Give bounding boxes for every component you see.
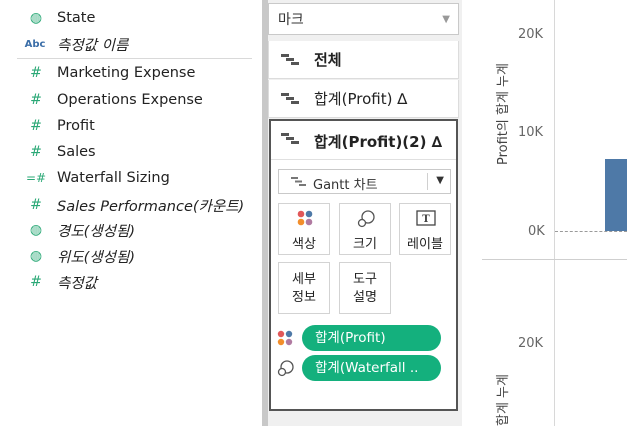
globe-icon: ◍ (29, 248, 43, 264)
y-tick-label: 20K (518, 27, 544, 42)
partial-field-label (68, 0, 188, 2)
marks-tab-label: 합계(Profit) ∆ (314, 90, 408, 108)
marks-header-label: 마크 (278, 12, 304, 28)
button-label-line: 세부 정보 (292, 272, 316, 305)
field-label: Operations Expense (57, 92, 203, 108)
y-tick-label: 10K (518, 125, 544, 140)
y-axis-title: 합계 누계 (496, 374, 511, 426)
chart-bar[interactable] (605, 159, 627, 231)
field-label: 위도(생성됨) (57, 249, 136, 266)
tooltip-button[interactable]: 도구 설명 (339, 262, 391, 314)
size-button[interactable]: 크기 (339, 203, 391, 255)
gantt-icon (281, 133, 299, 144)
gantt-icon (281, 54, 299, 65)
chevron-down-icon: ▼ (442, 14, 450, 25)
globe-icon: ◍ (29, 10, 43, 26)
divider (17, 58, 252, 59)
field-label: Marketing Expense (57, 65, 196, 81)
field-marketing-expense[interactable]: # Marketing Expense (0, 60, 262, 86)
data-pane: ◍ State Abc 측정값 이름 # Marketing Expense #… (0, 0, 262, 426)
mark-type-label: Gantt 차트 (313, 178, 378, 193)
marks-tab-label: 합계(Profit)(2) ∆ (314, 133, 443, 151)
y-tick-label: 0K (528, 224, 545, 239)
hash-icon: # (30, 92, 42, 108)
field-label: 경도(생성됨) (57, 223, 136, 240)
hash-icon: # (30, 65, 42, 81)
hash-icon: # (30, 144, 42, 160)
zero-line (555, 231, 627, 232)
field-operations-expense[interactable]: # Operations Expense (0, 87, 262, 113)
field-label: State (57, 10, 96, 26)
chevron-down-icon: ▼ (436, 175, 444, 186)
y-axis-title: Profit의 합계 누계 (496, 63, 511, 165)
divider (427, 173, 428, 190)
field-sales-performance-count[interactable]: # Sales Performance(카운트) (0, 192, 262, 218)
field-label: Sales (57, 144, 96, 160)
field-latitude[interactable]: ◍ 위도(생성됨) (0, 243, 262, 269)
field-longitude[interactable]: ◍ 경도(생성됨) (0, 217, 262, 243)
abc-icon: Abc (24, 38, 46, 50)
marks-tab-profit-2[interactable]: 합계(Profit)(2) ∆ (271, 121, 456, 160)
marks-header-dropdown[interactable]: 마크 ▼ (268, 3, 459, 35)
parameter-hash-icon: =# (25, 171, 47, 185)
field-label: Sales Performance(카운트) (57, 198, 245, 215)
size-icon (277, 360, 294, 377)
button-label: 세부 정보 (279, 271, 329, 307)
field-label: Waterfall Sizing (57, 170, 170, 186)
marks-tab-profit[interactable]: 합계(Profit) ∆ (268, 80, 459, 118)
y-axis-line (554, 260, 555, 426)
hash-icon: # (30, 118, 42, 134)
field-label: Profit (57, 118, 95, 134)
globe-icon: ◍ (29, 222, 43, 238)
size-icon (357, 210, 375, 228)
button-label: 도구 설명 (340, 271, 390, 307)
button-label: 색상 (292, 237, 316, 252)
y-tick-label: 20K (518, 336, 544, 351)
marks-tab-all[interactable]: 전체 (268, 41, 459, 79)
label-icon: T (416, 210, 436, 226)
gantt-icon (281, 93, 299, 104)
field-profit[interactable]: # Profit (0, 113, 262, 139)
chart-view: Profit의 합계 누계 20K 10K 0K 합계 누계 20K (462, 0, 627, 426)
field-label: 측정값 이름 (57, 37, 129, 54)
field-measure-values[interactable]: # 측정값 (0, 269, 262, 295)
color-button[interactable]: 색상 (278, 203, 330, 255)
button-label: 레이블 (407, 237, 443, 252)
detail-button[interactable]: 세부 정보 (278, 262, 330, 314)
svg-text:T: T (422, 214, 430, 225)
label-button[interactable]: T 레이블 (399, 203, 451, 255)
marks-tab-label: 전체 (314, 51, 342, 69)
hash-icon: # (30, 274, 42, 290)
size-field-pill[interactable]: 합계(Waterfall .. (302, 355, 441, 381)
color-icon (277, 330, 293, 346)
marks-active-card: 합계(Profit)(2) ∆ Gantt 차트 ▼ 색상 크기 T 레이블 세… (269, 119, 458, 411)
button-label: 크기 (353, 237, 377, 252)
hash-icon: # (30, 197, 42, 213)
field-sales[interactable]: # Sales (0, 139, 262, 165)
mark-type-dropdown[interactable]: Gantt 차트 ▼ (278, 169, 451, 194)
marks-card: 마크 ▼ 전체 합계(Profit) ∆ 합계(Profit)(2) ∆ Gan… (268, 0, 462, 426)
field-label: 측정값 (57, 275, 98, 292)
button-label-line: 도구 설명 (353, 272, 377, 305)
field-waterfall-sizing[interactable]: =# Waterfall Sizing (0, 165, 262, 191)
color-field-pill[interactable]: 합계(Profit) (302, 325, 441, 351)
gantt-icon (291, 177, 306, 186)
y-axis-line (554, 0, 555, 259)
field-measure-names[interactable]: Abc 측정값 이름 (0, 31, 262, 57)
color-icon (297, 210, 313, 226)
field-state[interactable]: ◍ State (0, 5, 262, 31)
